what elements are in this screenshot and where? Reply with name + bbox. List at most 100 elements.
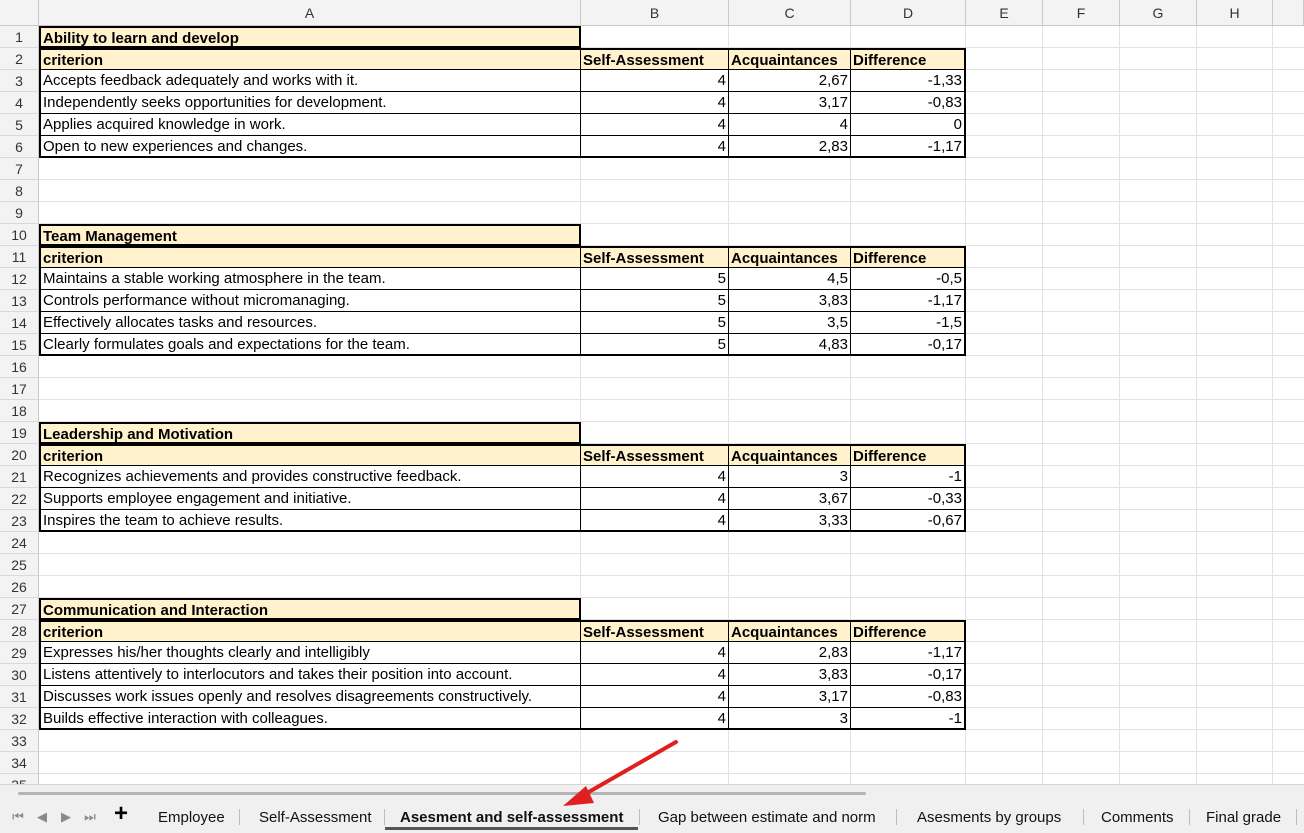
tab-comments[interactable]: Comments	[1101, 809, 1174, 826]
row-header[interactable]: 35	[0, 774, 39, 784]
horizontal-scrollbar[interactable]	[18, 792, 866, 795]
self-assessment-cell[interactable]: 5	[581, 334, 729, 356]
difference-cell[interactable]: -0,83	[851, 686, 966, 708]
header-criterion[interactable]: criterion	[39, 48, 581, 70]
row-header[interactable]: 26	[0, 576, 39, 598]
acquaintances-cell[interactable]: 3,17	[729, 686, 851, 708]
row-header[interactable]: 9	[0, 202, 39, 224]
acquaintances-cell[interactable]: 3,5	[729, 312, 851, 334]
last-sheet-icon[interactable]: ⏭	[82, 809, 98, 825]
row-header[interactable]: 17	[0, 378, 39, 400]
acquaintances-cell[interactable]: 3,83	[729, 664, 851, 686]
self-assessment-cell[interactable]: 4	[581, 136, 729, 158]
header-criterion[interactable]: criterion	[39, 620, 581, 642]
criterion-cell[interactable]: Maintains a stable working atmosphere in…	[39, 268, 581, 290]
self-assessment-cell[interactable]: 4	[581, 114, 729, 136]
difference-cell[interactable]: -0,67	[851, 510, 966, 532]
row-header[interactable]: 33	[0, 730, 39, 752]
criterion-cell[interactable]: Effectively allocates tasks and resource…	[39, 312, 581, 334]
row-header[interactable]: 4	[0, 92, 39, 114]
row-header[interactable]: 21	[0, 466, 39, 488]
column-header[interactable]: G	[1120, 0, 1197, 26]
row-header[interactable]: 2	[0, 48, 39, 70]
difference-cell[interactable]: -1	[851, 708, 966, 730]
header-diff[interactable]: Difference	[851, 48, 966, 70]
column-header[interactable]	[1273, 0, 1304, 26]
acquaintances-cell[interactable]: 3,83	[729, 290, 851, 312]
criterion-cell[interactable]: Accepts feedback adequately and works wi…	[39, 70, 581, 92]
tab-employee[interactable]: Employee	[158, 809, 225, 826]
header-diff[interactable]: Difference	[851, 444, 966, 466]
criterion-cell[interactable]: Controls performance without micromanagi…	[39, 290, 581, 312]
acquaintances-cell[interactable]: 3,67	[729, 488, 851, 510]
header-acq[interactable]: Acquaintances	[729, 444, 851, 466]
acquaintances-cell[interactable]: 3	[729, 466, 851, 488]
header-self[interactable]: Self-Assessment	[581, 246, 729, 268]
difference-cell[interactable]: -1,17	[851, 136, 966, 158]
criterion-cell[interactable]: Discusses work issues openly and resolve…	[39, 686, 581, 708]
difference-cell[interactable]: 0	[851, 114, 966, 136]
header-criterion[interactable]: criterion	[39, 444, 581, 466]
difference-cell[interactable]: -1	[851, 466, 966, 488]
row-header[interactable]: 18	[0, 400, 39, 422]
difference-cell[interactable]: -0,5	[851, 268, 966, 290]
column-header[interactable]: D	[851, 0, 966, 26]
self-assessment-cell[interactable]: 4	[581, 488, 729, 510]
difference-cell[interactable]: -1,33	[851, 70, 966, 92]
row-header[interactable]: 28	[0, 620, 39, 642]
header-criterion[interactable]: criterion	[39, 246, 581, 268]
header-acq[interactable]: Acquaintances	[729, 620, 851, 642]
header-self[interactable]: Self-Assessment	[581, 620, 729, 642]
row-header[interactable]: 29	[0, 642, 39, 664]
self-assessment-cell[interactable]: 4	[581, 70, 729, 92]
tab-asesment-and-self-assessment[interactable]: Asesment and self-assessment	[400, 809, 623, 826]
spreadsheet-grid[interactable]: ABCDEFGH 1 2 3 4 5 6 7 8 9 10 11 12 13 14 15 16 17 18 19 20…	[0, 0, 1304, 784]
row-header[interactable]: 15	[0, 334, 39, 356]
column-header[interactable]: C	[729, 0, 851, 26]
acquaintances-cell[interactable]: 4,5	[729, 268, 851, 290]
criterion-cell[interactable]: Recognizes achievements and provides con…	[39, 466, 581, 488]
column-header[interactable]: H	[1197, 0, 1273, 26]
add-sheet-button[interactable]: +	[114, 802, 128, 826]
criterion-cell[interactable]: Inspires the team to achieve results.	[39, 510, 581, 532]
prev-sheet-icon[interactable]: ◀	[34, 809, 50, 825]
criterion-cell[interactable]: Builds effective interaction with collea…	[39, 708, 581, 730]
tab-gap-between-estimate-and-norm[interactable]: Gap between estimate and norm	[658, 809, 876, 826]
criterion-cell[interactable]: Independently seeks opportunities for de…	[39, 92, 581, 114]
criterion-cell[interactable]: Open to new experiences and changes.	[39, 136, 581, 158]
self-assessment-cell[interactable]: 4	[581, 466, 729, 488]
row-header[interactable]: 10	[0, 224, 39, 246]
next-sheet-icon[interactable]: ▶	[58, 809, 74, 825]
select-all-corner[interactable]	[0, 0, 39, 26]
criterion-cell[interactable]: Supports employee engagement and initiat…	[39, 488, 581, 510]
acquaintances-cell[interactable]: 2,83	[729, 642, 851, 664]
self-assessment-cell[interactable]: 4	[581, 708, 729, 730]
header-diff[interactable]: Difference	[851, 620, 966, 642]
row-header[interactable]: 5	[0, 114, 39, 136]
self-assessment-cell[interactable]: 4	[581, 92, 729, 114]
column-header[interactable]: A	[39, 0, 581, 26]
section-title[interactable]: Leadership and Motivation	[39, 422, 581, 444]
tab-final-grade[interactable]: Final grade	[1206, 809, 1281, 826]
criterion-cell[interactable]: Applies acquired knowledge in work.	[39, 114, 581, 136]
acquaintances-cell[interactable]: 2,67	[729, 70, 851, 92]
row-header[interactable]: 19	[0, 422, 39, 444]
header-self[interactable]: Self-Assessment	[581, 48, 729, 70]
acquaintances-cell[interactable]: 4,83	[729, 334, 851, 356]
tab-asesments-by-groups[interactable]: Asesments by groups	[917, 809, 1061, 826]
acquaintances-cell[interactable]: 4	[729, 114, 851, 136]
self-assessment-cell[interactable]: 5	[581, 268, 729, 290]
self-assessment-cell[interactable]: 5	[581, 312, 729, 334]
row-header[interactable]: 23	[0, 510, 39, 532]
row-header[interactable]: 27	[0, 598, 39, 620]
row-header[interactable]: 3	[0, 70, 39, 92]
acquaintances-cell[interactable]: 3,33	[729, 510, 851, 532]
row-header[interactable]: 34	[0, 752, 39, 774]
header-acq[interactable]: Acquaintances	[729, 246, 851, 268]
difference-cell[interactable]: -1,5	[851, 312, 966, 334]
difference-cell[interactable]: -1,17	[851, 290, 966, 312]
difference-cell[interactable]: -0,33	[851, 488, 966, 510]
tab-self-assessment[interactable]: Self-Assessment	[259, 809, 372, 826]
row-header[interactable]: 13	[0, 290, 39, 312]
row-header[interactable]: 12	[0, 268, 39, 290]
